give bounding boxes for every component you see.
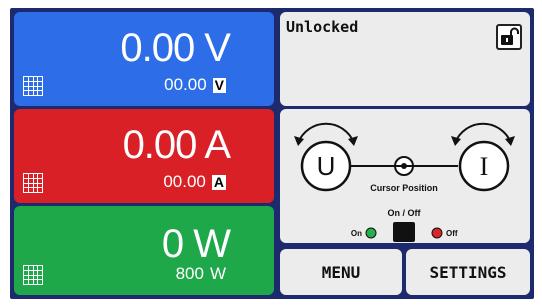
power-panel[interactable]: 0 W 800 W: [14, 206, 274, 295]
voltage-unit: V: [212, 76, 226, 93]
grid-cell: [24, 77, 28, 81]
voltage-grid-icon[interactable]: [23, 76, 43, 96]
power-set-value: 800: [175, 264, 204, 283]
grid-cell: [24, 81, 28, 86]
onoff-button[interactable]: [393, 222, 415, 242]
current-knob[interactable]: I: [458, 140, 510, 192]
current-unit: A: [211, 173, 226, 190]
grid-cell: [38, 174, 42, 178]
grid-cell: [33, 77, 38, 81]
current-grid-icon[interactable]: [23, 173, 43, 193]
power-set-row: 800 W: [176, 264, 226, 284]
current-set-value: 00.00: [163, 172, 206, 191]
grid-cell: [38, 86, 42, 91]
cursor-position-icon[interactable]: [394, 156, 414, 176]
grid-cell: [33, 91, 38, 95]
grid-cell: [38, 270, 42, 275]
grid-cell: [28, 183, 33, 188]
voltage-knob[interactable]: U: [300, 140, 352, 192]
grid-cell: [28, 174, 33, 178]
grid-cell: [24, 183, 28, 188]
voltage-knob-label: U: [317, 151, 336, 181]
grid-cell: [38, 81, 42, 86]
grid-cell: [28, 275, 33, 280]
current-panel[interactable]: 0.00 A 00.00 A: [14, 109, 274, 203]
unlocked-padlock-icon[interactable]: [496, 24, 522, 50]
grid-cell: [38, 77, 42, 81]
off-label: Off: [446, 229, 458, 238]
grid-cell: [24, 266, 28, 270]
grid-cell: [33, 174, 38, 178]
grid-cell: [28, 280, 33, 284]
on-label: On: [351, 229, 362, 238]
grid-cell: [33, 280, 38, 284]
cursor-position-label: Cursor Position: [370, 183, 438, 193]
current-knob-label: I: [480, 152, 489, 181]
grid-cell: [38, 188, 42, 192]
grid-cell: [28, 86, 33, 91]
voltage-panel[interactable]: 0.00 V 00.00 V: [14, 12, 274, 106]
grid-cell: [33, 266, 38, 270]
grid-cell: [24, 86, 28, 91]
settings-button[interactable]: SETTINGS: [406, 249, 530, 295]
grid-cell: [28, 77, 33, 81]
voltage-set-row: 00.00 V: [164, 75, 226, 95]
grid-cell: [24, 174, 28, 178]
grid-cell: [33, 275, 38, 280]
grid-cell: [24, 91, 28, 95]
grid-cell: [33, 188, 38, 192]
grid-cell: [33, 86, 38, 91]
menu-button[interactable]: MENU: [280, 249, 402, 295]
power-actual-value: 0 W: [161, 222, 231, 266]
grid-cell: [33, 270, 38, 275]
lock-status-text: Unlocked: [286, 18, 359, 36]
control-panel: U I Cursor Position On / Off On Off: [280, 109, 530, 243]
status-panel: Unlocked: [280, 12, 530, 106]
grid-cell: [24, 178, 28, 183]
grid-cell: [33, 81, 38, 86]
on-led-icon: [365, 227, 377, 239]
grid-cell: [38, 266, 42, 270]
grid-cell: [38, 183, 42, 188]
voltage-actual-value: 0.00 V: [120, 26, 231, 70]
grid-cell: [24, 270, 28, 275]
grid-cell: [28, 270, 33, 275]
off-led-icon: [431, 227, 443, 239]
grid-cell: [28, 266, 33, 270]
grid-cell: [38, 280, 42, 284]
voltage-set-value: 00.00: [164, 75, 207, 94]
grid-cell: [38, 91, 42, 95]
grid-cell: [38, 275, 42, 280]
power-grid-icon[interactable]: [23, 265, 43, 285]
onoff-label: On / Off: [388, 208, 422, 218]
grid-cell: [24, 275, 28, 280]
grid-cell: [33, 178, 38, 183]
grid-cell: [24, 280, 28, 284]
grid-cell: [28, 188, 33, 192]
current-actual-value: 0.00 A: [122, 123, 231, 167]
grid-cell: [28, 81, 33, 86]
current-set-row: 00.00 A: [163, 172, 226, 192]
grid-cell: [33, 183, 38, 188]
grid-cell: [28, 178, 33, 183]
display-screen: 0.00 V 00.00 V 0.00 A 00.00 A 0 W 800 W …: [10, 8, 534, 299]
grid-cell: [28, 91, 33, 95]
power-unit: W: [209, 264, 226, 283]
grid-cell: [24, 188, 28, 192]
grid-cell: [38, 178, 42, 183]
